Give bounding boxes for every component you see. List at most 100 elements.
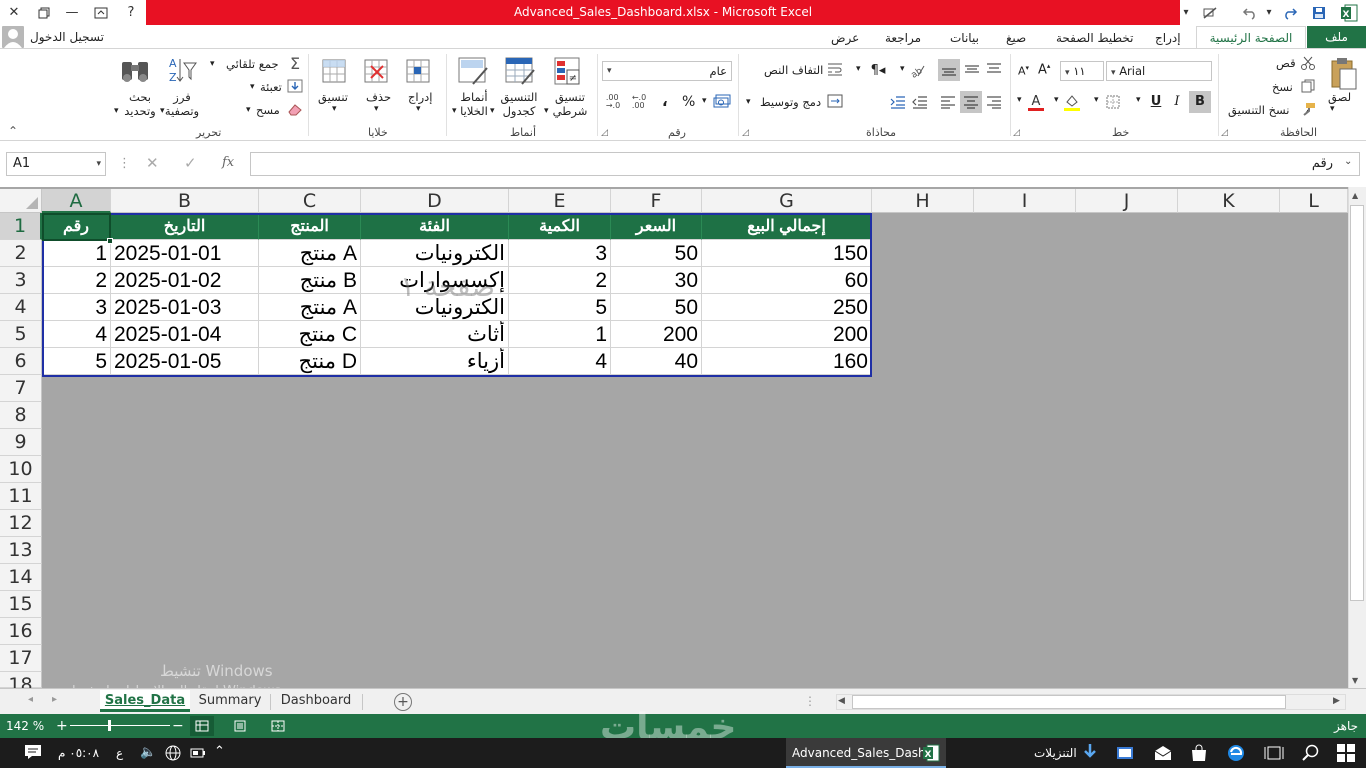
table-header-cell[interactable]: الفئة (361, 213, 509, 240)
table-cell[interactable]: أثاث (361, 321, 509, 348)
table-cell[interactable]: منتج A (259, 294, 361, 321)
insert-dropdown-icon[interactable]: ▾ (416, 104, 421, 114)
row-header-15[interactable]: 15 (0, 591, 42, 618)
shrink-font-icon[interactable]: A▾ (1018, 64, 1029, 78)
tab-review[interactable]: مراجعة (885, 28, 921, 48)
store-icon[interactable] (1190, 744, 1208, 762)
formula-input[interactable]: رقم (250, 152, 1360, 176)
table-cell[interactable]: 160 (702, 348, 872, 375)
row-header-17[interactable]: 17 (0, 645, 42, 672)
confirm-entry-icon[interactable]: ✓ (184, 154, 197, 172)
row-header-3[interactable]: 3 (0, 267, 42, 294)
add-sheet-button[interactable]: + (394, 693, 412, 711)
close-icon[interactable]: ✕ (0, 0, 28, 25)
cut-button[interactable]: قص (1276, 56, 1296, 70)
touch-mode-icon[interactable] (1196, 0, 1224, 25)
fill-dropdown-icon[interactable]: ▾ (250, 82, 255, 92)
autosum-icon[interactable]: Σ (286, 54, 304, 73)
table-cell[interactable]: 2025-01-01 (111, 240, 259, 267)
table-cell[interactable]: منتج A (259, 240, 361, 267)
conditional-format-button[interactable]: تنسيق شرطي (550, 90, 590, 118)
table-cell[interactable]: 150 (702, 240, 872, 267)
table-cell[interactable]: الكترونيات (361, 294, 509, 321)
table-cell[interactable]: 2025-01-03 (111, 294, 259, 321)
format-as-table-button[interactable]: التنسيق كجدول (496, 90, 542, 118)
tab-home[interactable]: الصفحة الرئيسية (1196, 26, 1306, 49)
italic-button[interactable]: I (1167, 91, 1187, 113)
row-header-9[interactable]: 9 (0, 429, 42, 456)
orientation-dropdown-icon[interactable]: ▾ (900, 64, 905, 74)
align-left-icon[interactable] (938, 92, 958, 112)
download-arrow-icon[interactable] (1083, 743, 1097, 761)
row-header-7[interactable]: 7 (0, 375, 42, 402)
clear-dropdown-icon[interactable]: ▾ (246, 105, 251, 115)
decrease-indent-icon[interactable] (910, 92, 930, 112)
page-layout-view-icon[interactable] (228, 716, 252, 736)
scroll-up-icon[interactable]: ▲ (1352, 191, 1358, 200)
tab-data[interactable]: بيانات (950, 28, 979, 48)
paste-dropdown-icon[interactable]: ▾ (1330, 104, 1335, 114)
zoom-slider[interactable] (70, 725, 170, 726)
align-top-icon[interactable] (984, 59, 1004, 79)
table-cell[interactable]: أزياء (361, 348, 509, 375)
table-cell[interactable]: إكسسوارات (361, 267, 509, 294)
conditional-format-icon[interactable]: ≠ (552, 55, 584, 89)
decrease-decimal-icon[interactable]: .00 →.0 (602, 92, 624, 112)
tab-page-layout[interactable]: تخطيط الصفحة (1056, 28, 1133, 48)
underline-dropdown-icon[interactable]: ▾ (1136, 95, 1141, 105)
avatar[interactable] (2, 26, 24, 48)
page-break-view-icon[interactable] (266, 716, 290, 736)
copy-button[interactable]: نسخ (1272, 80, 1293, 94)
input-language[interactable]: ع (116, 746, 123, 760)
table-cell[interactable]: 3 (509, 240, 611, 267)
row-header-12[interactable]: 12 (0, 510, 42, 537)
merge-center-icon[interactable] (826, 93, 844, 109)
column-header-h[interactable]: H (872, 189, 974, 213)
mail-icon[interactable] (1154, 745, 1172, 761)
start-icon[interactable] (1336, 743, 1356, 763)
delete-cells-button[interactable]: حذف (366, 90, 391, 104)
wrap-text-button[interactable]: التفاف النص (764, 63, 823, 77)
restore-icon[interactable] (30, 0, 58, 25)
column-header-a[interactable]: A (42, 189, 111, 213)
insert-cells-icon[interactable] (404, 55, 434, 89)
grow-font-icon[interactable]: A▴ (1038, 62, 1050, 77)
row-header-6[interactable]: 6 (0, 348, 42, 375)
battery-icon[interactable] (190, 747, 206, 759)
undo-dropdown-icon[interactable]: ▾ (1262, 0, 1276, 25)
row-header-13[interactable]: 13 (0, 537, 42, 564)
table-cell[interactable]: 2 (42, 267, 111, 294)
tab-file[interactable]: ملف (1307, 26, 1366, 48)
cell-styles-dropdown-icon[interactable]: ▾ (452, 106, 457, 116)
eraser-icon[interactable] (286, 101, 304, 117)
clipboard-launcher-icon[interactable]: ◿ (1221, 128, 1228, 138)
wrap-text-icon[interactable] (826, 61, 844, 77)
table-cell[interactable]: 4 (42, 321, 111, 348)
table-cell[interactable]: 5 (42, 348, 111, 375)
sort-filter-dropdown-icon[interactable]: ▾ (160, 106, 165, 116)
merge-center-button[interactable]: دمج وتوسيط (760, 95, 821, 109)
table-header-cell[interactable]: الكمية (509, 213, 611, 240)
collapse-ribbon-icon[interactable]: ⌃ (8, 124, 18, 138)
font-size-field[interactable]: ▾ ١١ (1060, 61, 1104, 81)
borders-dropdown-icon[interactable]: ▾ (1094, 95, 1099, 105)
network-icon[interactable] (165, 745, 181, 761)
alignment-launcher-icon[interactable]: ◿ (742, 128, 749, 138)
row-header-4[interactable]: 4 (0, 294, 42, 321)
table-header-cell[interactable]: التاريخ (111, 213, 259, 240)
scroll-left-icon[interactable]: ◀ (838, 696, 845, 706)
underline-button[interactable]: U (1146, 91, 1166, 113)
edge-icon[interactable] (1226, 743, 1246, 763)
table-cell[interactable]: 40 (611, 348, 702, 375)
column-header-d[interactable]: D (361, 189, 509, 213)
table-cell[interactable]: 2025-01-04 (111, 321, 259, 348)
accounting-dropdown-icon[interactable]: ▾ (702, 96, 707, 106)
table-cell[interactable]: 50 (611, 240, 702, 267)
format-as-table-icon[interactable] (503, 55, 537, 89)
column-header-l[interactable]: L (1280, 189, 1348, 213)
notifications-icon[interactable] (24, 744, 42, 760)
table-cell[interactable]: 60 (702, 267, 872, 294)
sheet-tab-summary[interactable]: Summary (192, 690, 268, 712)
zoom-out-icon[interactable]: − (172, 714, 184, 738)
table-cell[interactable]: منتج C (259, 321, 361, 348)
